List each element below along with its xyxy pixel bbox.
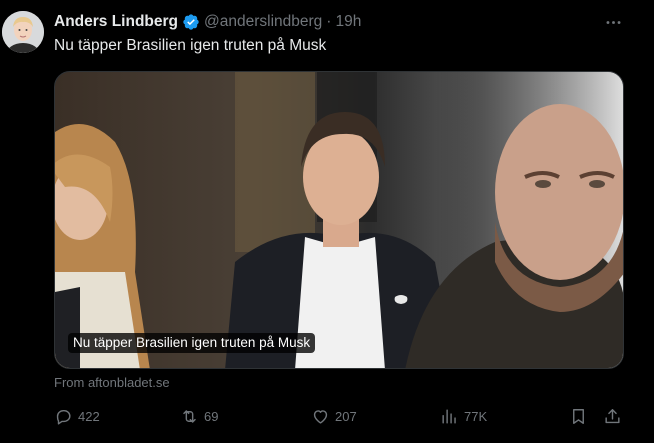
like-button[interactable]: 207 xyxy=(311,404,357,428)
verified-badge-icon xyxy=(182,13,200,31)
repost-icon xyxy=(183,409,196,423)
reply-icon xyxy=(56,409,71,424)
action-bar: 422 69 207 77K xyxy=(54,404,624,428)
avatar[interactable] xyxy=(2,11,44,53)
repost-button[interactable]: 69 xyxy=(180,404,218,428)
tweet-header: Anders Lindberg @anderslindberg · 19h xyxy=(54,12,361,32)
tweet[interactable]: Anders Lindberg @anderslindberg · 19h Nu… xyxy=(0,0,654,443)
image-caption: Nu täpper Brasilien igen truten på Musk xyxy=(68,333,316,353)
reply-button[interactable]: 422 xyxy=(54,404,100,428)
repost-count: 69 xyxy=(204,408,219,424)
heart-icon xyxy=(313,409,328,424)
tweet-text: Nu täpper Brasilien igen truten på Musk xyxy=(54,37,327,54)
reply-count: 422 xyxy=(78,408,100,424)
bookmark-icon xyxy=(573,408,584,424)
author-name[interactable]: Anders Lindberg xyxy=(54,13,178,31)
link-card-image[interactable]: Nu täpper Brasilien igen truten på Musk xyxy=(54,71,624,369)
views-count: 77K xyxy=(464,408,488,424)
share-icon xyxy=(605,408,620,423)
bookmark-button[interactable] xyxy=(569,404,588,428)
news-photo xyxy=(55,72,623,368)
timestamp[interactable]: 19h xyxy=(335,13,361,31)
author-handle[interactable]: @anderslindberg xyxy=(204,13,322,31)
more-icon[interactable] xyxy=(602,12,624,32)
link-source[interactable]: From aftonbladet.se xyxy=(54,375,170,390)
separator-dot: · xyxy=(326,13,332,30)
like-count: 207 xyxy=(335,408,357,424)
share-button[interactable] xyxy=(603,404,622,428)
views-button[interactable]: 77K xyxy=(440,404,487,428)
avatar-image xyxy=(2,11,44,53)
views-icon xyxy=(442,408,456,424)
